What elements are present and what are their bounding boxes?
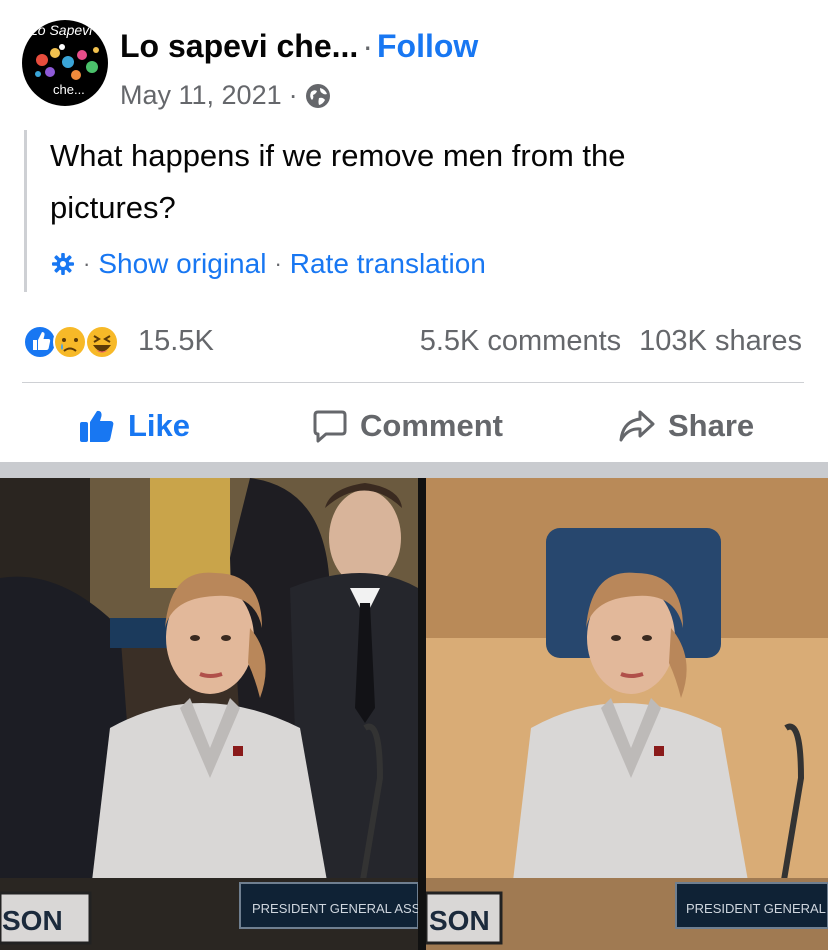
comment-button[interactable]: Comment <box>312 398 503 454</box>
post-body: What happens if we remove men from the p… <box>24 130 794 292</box>
post-date[interactable]: May 11, 2021 <box>120 80 282 111</box>
photo-without-men-image: PRESIDENT GENERAL AS SON <box>426 478 828 950</box>
reaction-icons[interactable] <box>22 322 126 362</box>
reactions-count[interactable]: 15.5K <box>138 325 214 358</box>
like-icon <box>23 325 57 359</box>
rate-translation-link[interactable]: Rate translation <box>290 248 486 280</box>
show-original-link[interactable]: Show original <box>98 248 266 280</box>
post-actions: Like Comment Share <box>22 398 804 454</box>
corner-plate-text: SON <box>2 905 63 936</box>
author-name[interactable]: Lo sapevi che... <box>120 28 358 64</box>
photo-with-men-image: PRESIDENT GENERAL ASS SON <box>0 478 418 950</box>
globe-icon <box>305 83 330 108</box>
like-button[interactable]: Like <box>78 398 190 454</box>
nameplate-text: PRESIDENT GENERAL AS <box>686 901 828 916</box>
haha-icon <box>85 325 119 359</box>
share-button[interactable]: Share <box>618 398 754 454</box>
corner-plate-text: SON <box>429 905 490 936</box>
photo-separator <box>418 478 426 950</box>
sad-icon <box>53 325 87 359</box>
comments-count[interactable]: 5.5K comments <box>420 325 621 357</box>
post-text: What happens if we remove men from the p… <box>50 138 626 225</box>
separator-dot: · <box>274 251 282 276</box>
separator-dot: · <box>83 251 91 276</box>
share-label: Share <box>668 408 755 443</box>
post-photo-left[interactable]: PRESIDENT GENERAL ASS SON <box>0 478 418 950</box>
share-arrow-icon <box>619 410 655 442</box>
post-photo-right[interactable]: PRESIDENT GENERAL AS SON <box>426 478 828 950</box>
translation-bar: · Show original · Rate translation <box>51 248 486 280</box>
comment-label: Comment <box>360 408 503 443</box>
separator-dot: · <box>362 28 373 64</box>
post-header: Lo Sapevi che... Lo sapevi che... · Follow… <box>22 14 812 114</box>
like-label: Like <box>128 408 191 443</box>
section-separator <box>0 462 828 478</box>
post-meta: May 11, 2021 · <box>120 80 331 111</box>
avatar-text-top: Lo Sapevi <box>30 22 93 38</box>
page-avatar[interactable]: Lo Sapevi che... <box>22 20 108 106</box>
engagement-stats: 5.5K comments 103K shares <box>420 325 802 358</box>
avatar-text-bottom: che... <box>53 82 85 97</box>
thumbs-up-icon <box>80 410 114 442</box>
author-line: Lo sapevi che... · Follow <box>120 28 478 65</box>
shares-count[interactable]: 103K shares <box>639 325 802 357</box>
nameplate-text: PRESIDENT GENERAL ASS <box>252 901 418 916</box>
reactions-bar: 15.5K 5.5K comments 103K shares <box>22 322 804 362</box>
separator-dot: · <box>288 80 298 110</box>
comment-bubble-icon <box>313 410 347 443</box>
follow-button[interactable]: Follow <box>377 28 478 64</box>
divider <box>22 382 804 383</box>
gear-icon[interactable] <box>51 252 75 276</box>
